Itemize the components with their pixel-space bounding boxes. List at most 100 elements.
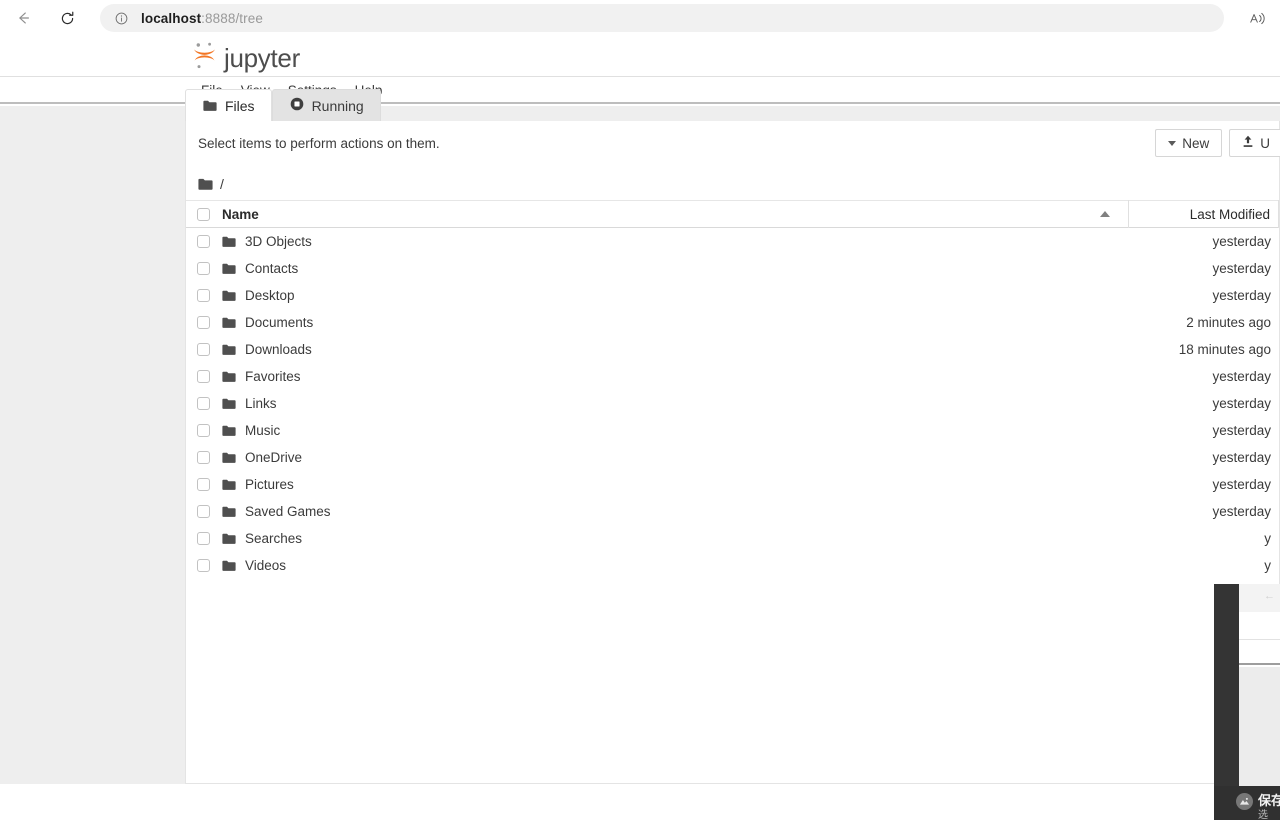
jupyter-logo[interactable]: jupyter xyxy=(191,40,300,75)
column-header-name-label: Name xyxy=(222,206,259,222)
row-checkbox-cell[interactable] xyxy=(186,370,214,383)
row-checkbox[interactable] xyxy=(196,316,210,329)
folder-icon xyxy=(222,371,236,383)
sort-indicator-wrap[interactable] xyxy=(1100,211,1128,217)
upload-button[interactable]: U xyxy=(1229,129,1280,157)
last-modified-cell: yesterday xyxy=(1212,234,1271,249)
circle-stop-icon xyxy=(290,97,304,114)
row-checkbox-cell[interactable] xyxy=(186,505,214,518)
row-checkbox[interactable] xyxy=(196,397,210,410)
file-name-cell[interactable]: Saved Games xyxy=(214,504,1129,519)
background-window-overlay[interactable]: ← 保存 选 xyxy=(1214,584,1280,820)
column-header-name[interactable]: Name xyxy=(214,207,1100,222)
table-row[interactable]: Music yesterday xyxy=(186,417,1279,444)
row-checkbox[interactable] xyxy=(196,370,210,383)
site-info-icon[interactable] xyxy=(114,11,129,26)
file-name-cell[interactable]: Desktop xyxy=(214,288,1129,303)
browser-toolbar: localhost:8888/tree xyxy=(0,0,1280,36)
overlay-back-icon[interactable]: ← xyxy=(1264,590,1275,602)
file-browser-toolbar: Select items to perform actions on them.… xyxy=(186,121,1280,169)
row-checkbox[interactable] xyxy=(196,262,210,275)
file-name-cell[interactable]: Documents xyxy=(214,315,1129,330)
breadcrumb[interactable]: / xyxy=(198,169,224,199)
file-name-cell[interactable]: Pictures xyxy=(214,477,1129,492)
folder-icon xyxy=(222,290,236,302)
last-modified-cell: 2 minutes ago xyxy=(1186,315,1271,330)
file-name-cell[interactable]: Searches xyxy=(214,531,1129,546)
overlay-title-bar: ← xyxy=(1239,584,1280,612)
file-name-label: Documents xyxy=(245,315,314,330)
row-checkbox[interactable] xyxy=(196,478,210,491)
row-checkbox[interactable] xyxy=(196,505,210,518)
overlay-app-icon xyxy=(1236,793,1253,810)
reload-button[interactable] xyxy=(50,1,84,35)
row-checkbox[interactable] xyxy=(196,559,210,572)
table-row[interactable]: OneDrive yesterday xyxy=(186,444,1279,471)
row-checkbox-cell[interactable] xyxy=(186,289,214,302)
tab-running[interactable]: Running xyxy=(271,89,381,121)
file-name-cell[interactable]: Links xyxy=(214,396,1129,411)
row-checkbox-cell[interactable] xyxy=(186,478,214,491)
row-checkbox[interactable] xyxy=(196,424,210,437)
file-name-label: Videos xyxy=(245,558,287,573)
row-checkbox[interactable] xyxy=(196,235,210,248)
page-content: jupyter File View Settings Help Files xyxy=(0,36,1280,820)
file-name-label: Saved Games xyxy=(245,504,331,519)
row-checkbox-cell[interactable] xyxy=(186,532,214,545)
column-header-last-modified[interactable]: Last Modified xyxy=(1128,200,1278,228)
table-header-row: Name Last Modified xyxy=(186,200,1279,228)
table-row[interactable]: Downloads 18 minutes ago xyxy=(186,336,1279,363)
row-checkbox-cell[interactable] xyxy=(186,451,214,464)
select-all-checkbox-cell[interactable] xyxy=(186,207,214,221)
row-checkbox-cell[interactable] xyxy=(186,316,214,329)
table-row[interactable]: Saved Games yesterday xyxy=(186,498,1279,525)
row-checkbox-cell[interactable] xyxy=(186,397,214,410)
folder-icon xyxy=(222,425,236,437)
folder-icon xyxy=(222,560,236,572)
last-modified-cell: 18 minutes ago xyxy=(1178,342,1271,357)
table-row[interactable]: Favorites yesterday xyxy=(186,363,1279,390)
file-name-cell[interactable]: Downloads xyxy=(214,342,1129,357)
file-name-label: Favorites xyxy=(245,369,301,384)
sort-ascending-icon xyxy=(1100,211,1110,217)
table-row[interactable]: Videos y xyxy=(186,552,1279,579)
table-body: 3D Objects yesterday Contacts yesterday Desk… xyxy=(186,228,1279,579)
overlay-taskbar[interactable]: 保存 选 xyxy=(1214,786,1280,820)
row-checkbox-cell[interactable] xyxy=(186,559,214,572)
row-checkbox[interactable] xyxy=(196,451,210,464)
table-row[interactable]: Pictures yesterday xyxy=(186,471,1279,498)
file-name-cell[interactable]: 3D Objects xyxy=(214,234,1129,249)
row-checkbox[interactable] xyxy=(196,289,210,302)
table-row[interactable]: Links yesterday xyxy=(186,390,1279,417)
file-name-cell[interactable]: Contacts xyxy=(214,261,1129,276)
tab-files[interactable]: Files xyxy=(185,89,272,121)
file-name-cell[interactable]: Favorites xyxy=(214,369,1129,384)
table-row[interactable]: Searches y xyxy=(186,525,1279,552)
table-row[interactable]: Contacts yesterday xyxy=(186,255,1279,282)
address-bar[interactable]: localhost:8888/tree xyxy=(100,4,1224,32)
upload-icon xyxy=(1242,135,1254,151)
file-name-cell[interactable]: OneDrive xyxy=(214,450,1129,465)
url-path: :8888/tree xyxy=(201,10,263,26)
file-table: Name Last Modified 3D Objects yesterday Co… xyxy=(186,200,1279,579)
file-name-cell[interactable]: Music xyxy=(214,423,1129,438)
row-checkbox[interactable] xyxy=(196,343,210,356)
row-checkbox-cell[interactable] xyxy=(186,343,214,356)
read-aloud-icon[interactable] xyxy=(1242,4,1272,32)
file-name-cell[interactable]: Videos xyxy=(214,558,1129,573)
folder-icon xyxy=(222,506,236,518)
back-button[interactable] xyxy=(6,1,40,35)
select-all-checkbox[interactable] xyxy=(196,207,210,221)
file-name-label: Downloads xyxy=(245,342,312,357)
row-checkbox-cell[interactable] xyxy=(186,235,214,248)
table-row[interactable]: Desktop yesterday xyxy=(186,282,1279,309)
row-checkbox[interactable] xyxy=(196,532,210,545)
new-button[interactable]: New xyxy=(1155,129,1223,157)
file-name-label: Music xyxy=(245,423,281,438)
jupyter-masthead: jupyter xyxy=(0,36,1280,77)
row-checkbox-cell[interactable] xyxy=(186,424,214,437)
row-checkbox-cell[interactable] xyxy=(186,262,214,275)
table-row[interactable]: 3D Objects yesterday xyxy=(186,228,1279,255)
table-row[interactable]: Documents 2 minutes ago xyxy=(186,309,1279,336)
last-modified-cell: yesterday xyxy=(1212,396,1271,411)
